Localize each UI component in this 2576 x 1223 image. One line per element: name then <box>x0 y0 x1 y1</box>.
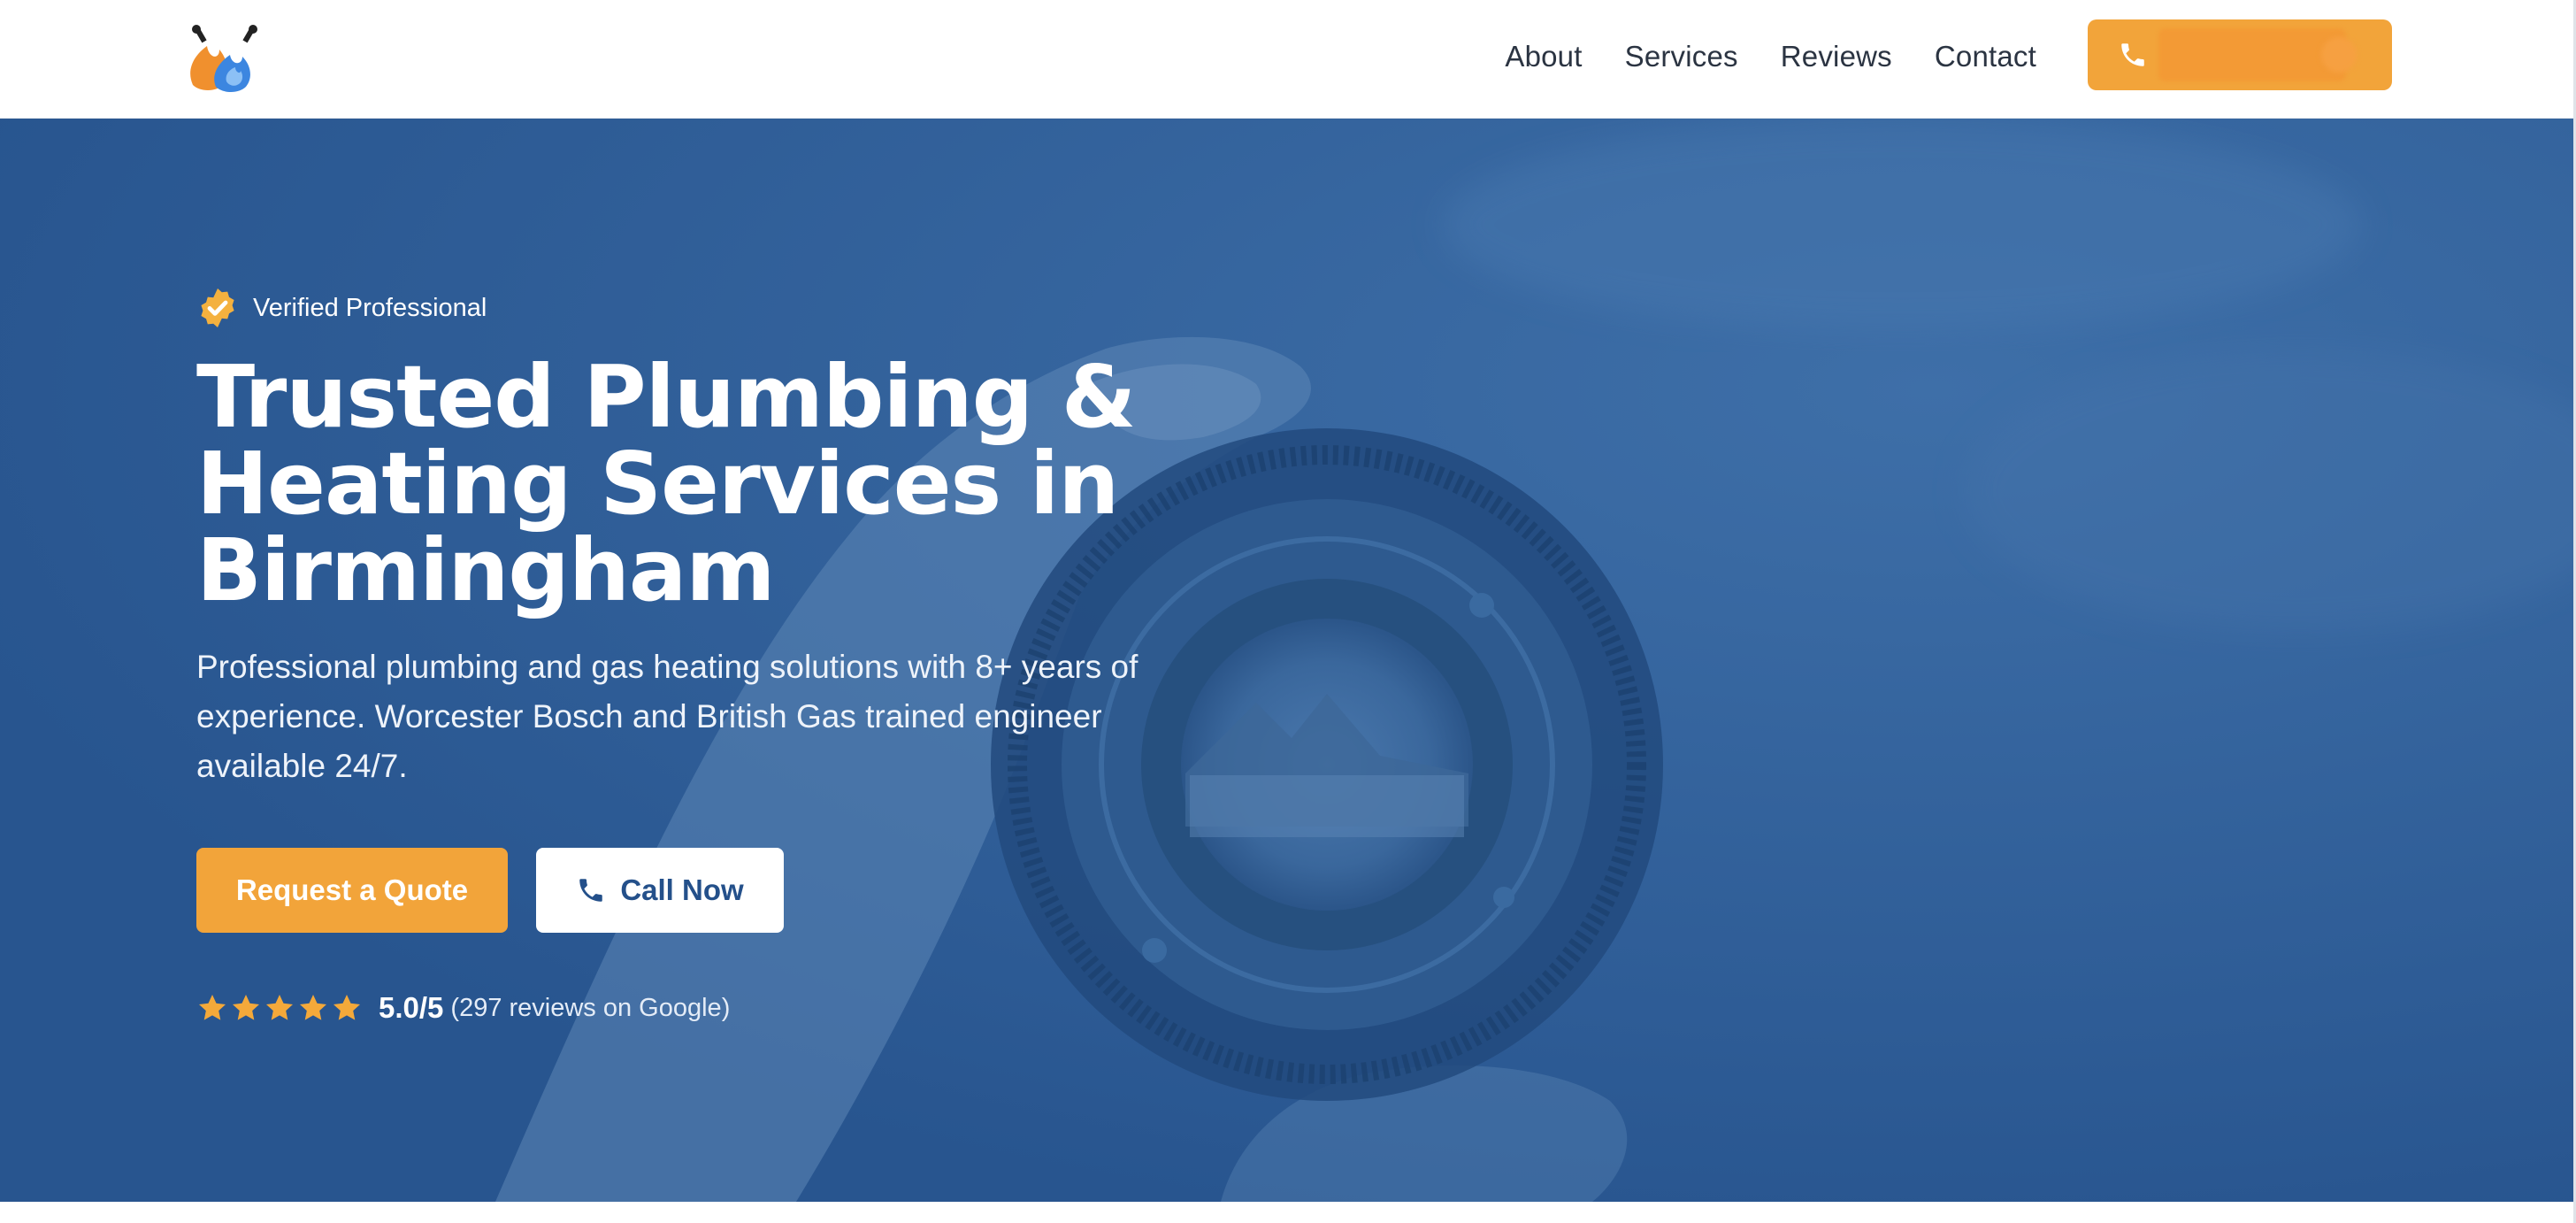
plumbing-flame-logo-icon[interactable] <box>184 23 267 94</box>
rating-score: 5.0/5 <box>379 991 444 1024</box>
google-rating: 5.0/5 (297 reviews on Google) <box>196 991 730 1025</box>
page-bottom-strip <box>0 1202 2576 1223</box>
star-icon <box>199 995 226 1020</box>
star-icon <box>233 995 259 1020</box>
star-icon <box>266 995 293 1020</box>
verified-check-icon <box>201 288 234 327</box>
site-header: About Services Reviews Contact <box>0 0 2576 119</box>
redacted-phone-number-edge <box>2321 37 2357 73</box>
phone-icon <box>2121 43 2144 66</box>
main-nav: About Services Reviews Contact <box>1505 0 2036 113</box>
nav-link-services[interactable]: Services <box>1625 40 1738 73</box>
hero-section: Verified Professional Trusted Plumbing &… <box>0 119 2576 1202</box>
redacted-phone-number <box>2158 28 2346 81</box>
hero-actions: Request a Quote Call Now <box>196 848 784 933</box>
verified-badge-label: Verified Professional <box>253 293 487 322</box>
nav-link-about[interactable]: About <box>1505 40 1582 73</box>
hero-title: Trusted Plumbing & Heating Services in B… <box>196 347 1137 620</box>
call-now-label: Call Now <box>620 873 744 906</box>
header-call-button[interactable] <box>2088 19 2392 90</box>
nav-link-reviews[interactable]: Reviews <box>1781 40 1892 73</box>
star-icon <box>300 995 326 1020</box>
phone-icon <box>579 879 603 902</box>
call-now-button[interactable]: Call Now <box>536 848 784 933</box>
verified-badge: Verified Professional <box>196 287 487 329</box>
nav-link-contact[interactable]: Contact <box>1935 40 2036 73</box>
hero-description: Professional plumbing and gas heating so… <box>196 649 1138 784</box>
request-quote-button[interactable]: Request a Quote <box>196 848 508 933</box>
star-icon <box>334 995 360 1020</box>
rating-stars <box>196 992 363 1024</box>
rating-review-count: (297 reviews on Google) <box>450 993 731 1022</box>
